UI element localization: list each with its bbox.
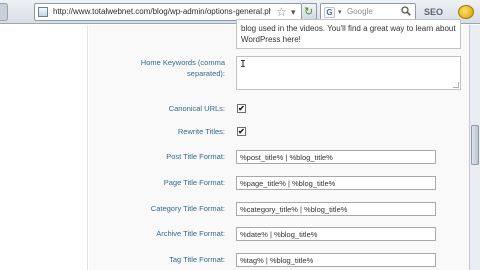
scrollbar-thumb[interactable] <box>471 125 479 165</box>
extension-icon[interactable] <box>458 5 474 19</box>
search-input[interactable]: Google <box>347 7 373 16</box>
page-viewport: blog used in the videos. You'll find a g… <box>0 19 480 270</box>
url-text[interactable]: http://www.totalwebnet.com/blog/wp-admin… <box>53 7 271 16</box>
canonical-urls-checkbox[interactable]: ✔ <box>237 104 246 113</box>
site-favicon-icon <box>38 7 48 17</box>
seo-settings-form: blog used in the videos. You'll find a g… <box>89 19 469 270</box>
home-description-textarea[interactable]: blog used in the videos. You'll find a g… <box>236 19 461 49</box>
archive-title-format-input[interactable]: %date% | %blog_title% <box>236 227 436 241</box>
textarea-resize-handle[interactable] <box>453 82 459 88</box>
rewrite-titles-checkbox[interactable]: ✔ <box>237 127 246 136</box>
bookmark-star-icon[interactable]: ☆ <box>276 5 287 19</box>
text-cursor-icon: I <box>240 59 247 70</box>
search-icon[interactable] <box>401 6 411 16</box>
home-keywords-label: Home Keywords (comma separated): <box>141 57 225 79</box>
post-title-format-label: Post Title Format: <box>166 152 225 161</box>
page-scrollbar[interactable] <box>469 25 480 270</box>
page-left-margin <box>0 25 88 270</box>
page-title-format-input[interactable]: %page_title% | %blog_title% <box>236 176 436 190</box>
home-keywords-textarea[interactable]: I <box>236 56 461 90</box>
archive-title-format-label: Archive Title Format: <box>156 229 225 238</box>
home-keywords-label-line1: Home Keywords (comma <box>140 58 225 67</box>
canonical-urls-label: Canonical URLs: <box>168 104 225 113</box>
home-description-text: blog used in the videos. You'll find a g… <box>241 24 456 44</box>
forward-button[interactable] <box>0 3 8 21</box>
tag-title-format-input[interactable]: %tag% | %blog_title% <box>236 253 436 267</box>
post-title-format-input[interactable]: %post_title% | %blog_title% <box>236 150 436 164</box>
category-title-format-input[interactable]: %category_title% | %blog_title% <box>236 202 436 216</box>
page-title-format-label: Page Title Format: <box>163 178 225 187</box>
rewrite-titles-label: Rewrite Titles: <box>177 127 225 136</box>
home-keywords-label-line2: separated): <box>187 69 225 78</box>
category-title-format-label: Category Title Format: <box>150 204 225 213</box>
tag-title-format-label: Tag Title Format: <box>169 255 225 264</box>
google-engine-icon[interactable]: G <box>324 7 335 18</box>
url-history-dropdown-icon[interactable]: ▾ <box>291 7 296 18</box>
search-engine-dropdown-icon[interactable]: ▾ <box>338 8 342 16</box>
refresh-icon: ↻ <box>304 6 314 18</box>
